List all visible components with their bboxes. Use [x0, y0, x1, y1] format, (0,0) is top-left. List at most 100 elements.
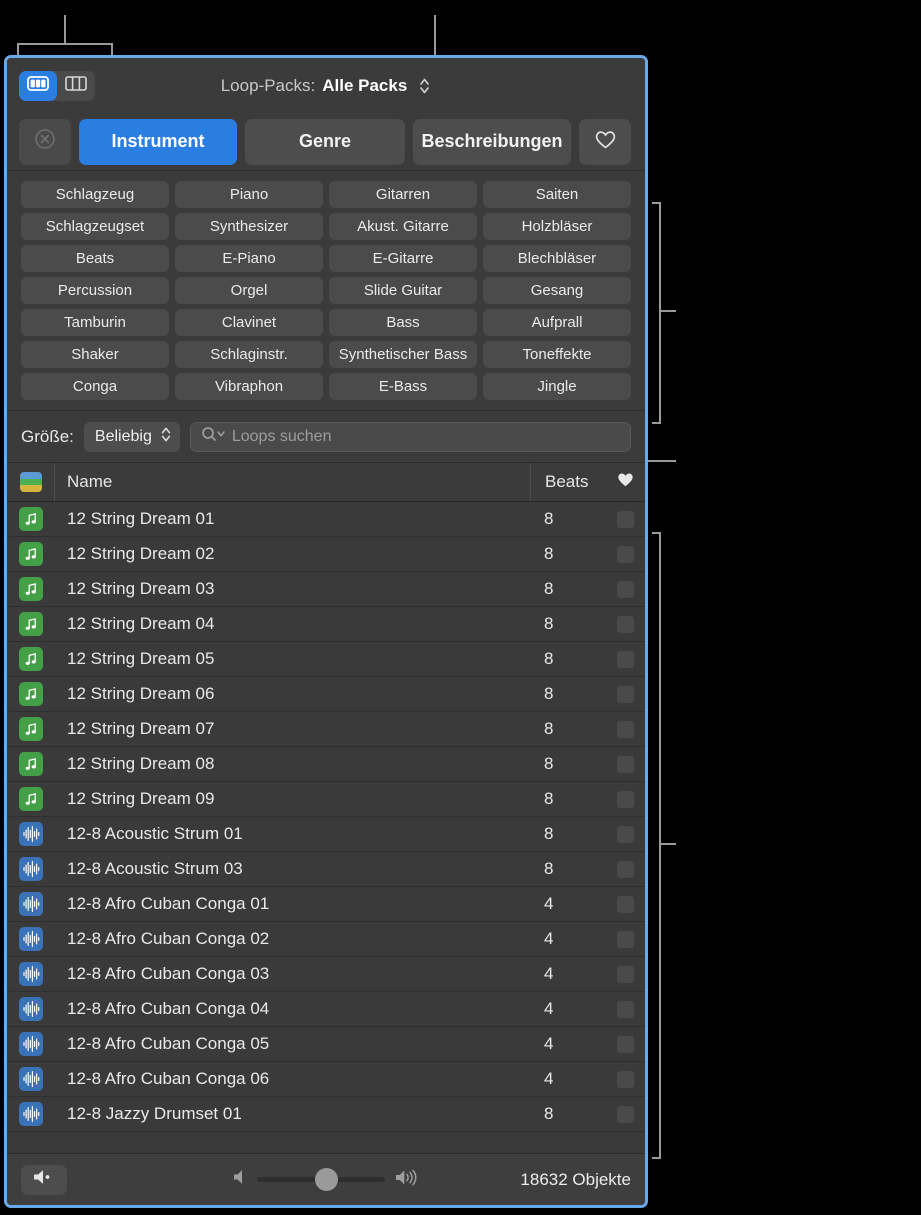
favorite-checkbox[interactable] [616, 1105, 634, 1123]
size-dropdown[interactable]: Beliebig [83, 421, 180, 452]
keyword-button[interactable]: Synthetischer Bass [329, 341, 477, 368]
favorite-checkbox[interactable] [616, 685, 634, 703]
preview-volume-control[interactable] [232, 1168, 419, 1192]
keyword-button[interactable]: Aufprall [483, 309, 631, 336]
row-favorite-cell[interactable] [605, 650, 645, 668]
stepper-up-down-icon[interactable] [160, 425, 172, 449]
view-mode-column-button[interactable] [57, 71, 95, 101]
keyword-button[interactable]: Akust. Gitarre [329, 213, 477, 240]
tab-beschreibungen[interactable]: Beschreibungen [413, 118, 571, 165]
row-favorite-cell[interactable] [605, 510, 645, 528]
keyword-button[interactable]: Toneffekte [483, 341, 631, 368]
keyword-button[interactable]: Shaker [21, 341, 169, 368]
keyword-button[interactable]: Percussion [21, 277, 169, 304]
favorite-checkbox[interactable] [616, 1070, 634, 1088]
table-row[interactable]: 12-8 Afro Cuban Conga 06 4 [7, 1062, 645, 1097]
list-header-beats[interactable]: Beats [530, 463, 605, 501]
row-favorite-cell[interactable] [605, 580, 645, 598]
view-mode-toggle[interactable] [19, 70, 95, 101]
table-row[interactable]: 12 String Dream 08 8 [7, 747, 645, 782]
list-header-type-column[interactable] [7, 463, 55, 501]
favorite-checkbox[interactable] [616, 650, 634, 668]
favorite-checkbox[interactable] [616, 580, 634, 598]
table-row[interactable]: 12-8 Afro Cuban Conga 03 4 [7, 957, 645, 992]
table-row[interactable]: 12 String Dream 04 8 [7, 607, 645, 642]
favorites-filter-button[interactable] [579, 118, 631, 165]
favorite-checkbox[interactable] [616, 720, 634, 738]
row-favorite-cell[interactable] [605, 545, 645, 563]
table-row[interactable]: 12 String Dream 05 8 [7, 642, 645, 677]
keyword-button[interactable]: Piano [175, 181, 323, 208]
favorite-checkbox[interactable] [616, 755, 634, 773]
keyword-button[interactable]: Jingle [483, 373, 631, 400]
volume-slider[interactable] [257, 1168, 385, 1191]
keyword-button[interactable]: Schlagzeugset [21, 213, 169, 240]
keyword-button[interactable]: Bass [329, 309, 477, 336]
loop-list[interactable]: 12 String Dream 01 8 12 String Dream 02 8 12… [7, 502, 645, 1153]
search-icon[interactable] [201, 426, 227, 447]
table-row[interactable]: 12 String Dream 01 8 [7, 502, 645, 537]
keyword-button[interactable]: E-Gitarre [329, 245, 477, 272]
row-favorite-cell[interactable] [605, 825, 645, 843]
tab-genre[interactable]: Genre [245, 118, 405, 165]
tab-instrument[interactable]: Instrument [79, 118, 237, 165]
list-header-favorite[interactable] [605, 471, 645, 493]
table-row[interactable]: 12-8 Afro Cuban Conga 01 4 [7, 887, 645, 922]
volume-slider-knob[interactable] [315, 1168, 338, 1191]
keyword-button[interactable]: Blechbläser [483, 245, 631, 272]
table-row[interactable]: 12 String Dream 09 8 [7, 782, 645, 817]
row-favorite-cell[interactable] [605, 685, 645, 703]
keyword-button[interactable]: Clavinet [175, 309, 323, 336]
keyword-button[interactable]: Synthesizer [175, 213, 323, 240]
search-field[interactable]: Loops suchen [189, 421, 631, 452]
row-favorite-cell[interactable] [605, 615, 645, 633]
preview-mute-button[interactable] [21, 1164, 67, 1195]
favorite-checkbox[interactable] [616, 545, 634, 563]
row-favorite-cell[interactable] [605, 790, 645, 808]
table-row[interactable]: 12-8 Afro Cuban Conga 02 4 [7, 922, 645, 957]
row-favorite-cell[interactable] [605, 1035, 645, 1053]
keyword-button[interactable]: E-Bass [329, 373, 477, 400]
keyword-button[interactable]: Saiten [483, 181, 631, 208]
keyword-button[interactable]: Beats [21, 245, 169, 272]
stepper-up-down-icon[interactable] [418, 76, 431, 96]
keyword-button[interactable]: Gesang [483, 277, 631, 304]
keyword-button[interactable]: Holzbläser [483, 213, 631, 240]
favorite-checkbox[interactable] [616, 1035, 634, 1053]
table-row[interactable]: 12-8 Acoustic Strum 01 8 [7, 817, 645, 852]
keyword-button[interactable]: Slide Guitar [329, 277, 477, 304]
row-favorite-cell[interactable] [605, 1105, 645, 1123]
row-favorite-cell[interactable] [605, 755, 645, 773]
view-mode-grid-button[interactable] [19, 70, 57, 101]
favorite-checkbox[interactable] [616, 790, 634, 808]
keyword-button[interactable]: Schlagzeug [21, 181, 169, 208]
table-row[interactable]: 12-8 Afro Cuban Conga 04 4 [7, 992, 645, 1027]
list-header-name[interactable]: Name [55, 472, 530, 492]
row-favorite-cell[interactable] [605, 1070, 645, 1088]
favorite-checkbox[interactable] [616, 930, 634, 948]
row-favorite-cell[interactable] [605, 965, 645, 983]
table-row[interactable]: 12 String Dream 02 8 [7, 537, 645, 572]
favorite-checkbox[interactable] [616, 510, 634, 528]
row-favorite-cell[interactable] [605, 930, 645, 948]
row-favorite-cell[interactable] [605, 720, 645, 738]
favorite-checkbox[interactable] [616, 615, 634, 633]
table-row[interactable]: 12 String Dream 06 8 [7, 677, 645, 712]
row-favorite-cell[interactable] [605, 1000, 645, 1018]
search-input[interactable]: Loops suchen [232, 428, 332, 446]
looppacks-selector[interactable]: Loop-Packs: Alle Packs [7, 76, 645, 96]
favorite-checkbox[interactable] [616, 895, 634, 913]
clear-filters-button[interactable] [19, 118, 71, 165]
favorite-checkbox[interactable] [616, 860, 634, 878]
table-row[interactable]: 12-8 Afro Cuban Conga 05 4 [7, 1027, 645, 1062]
table-row[interactable]: 12 String Dream 03 8 [7, 572, 645, 607]
table-row[interactable]: 12-8 Jazzy Drumset 01 8 [7, 1097, 645, 1132]
keyword-button[interactable]: Vibraphon [175, 373, 323, 400]
keyword-button[interactable]: Conga [21, 373, 169, 400]
keyword-button[interactable]: Schlaginstr. [175, 341, 323, 368]
favorite-checkbox[interactable] [616, 965, 634, 983]
keyword-button[interactable]: Orgel [175, 277, 323, 304]
row-favorite-cell[interactable] [605, 860, 645, 878]
table-row[interactable]: 12 String Dream 07 8 [7, 712, 645, 747]
row-favorite-cell[interactable] [605, 895, 645, 913]
